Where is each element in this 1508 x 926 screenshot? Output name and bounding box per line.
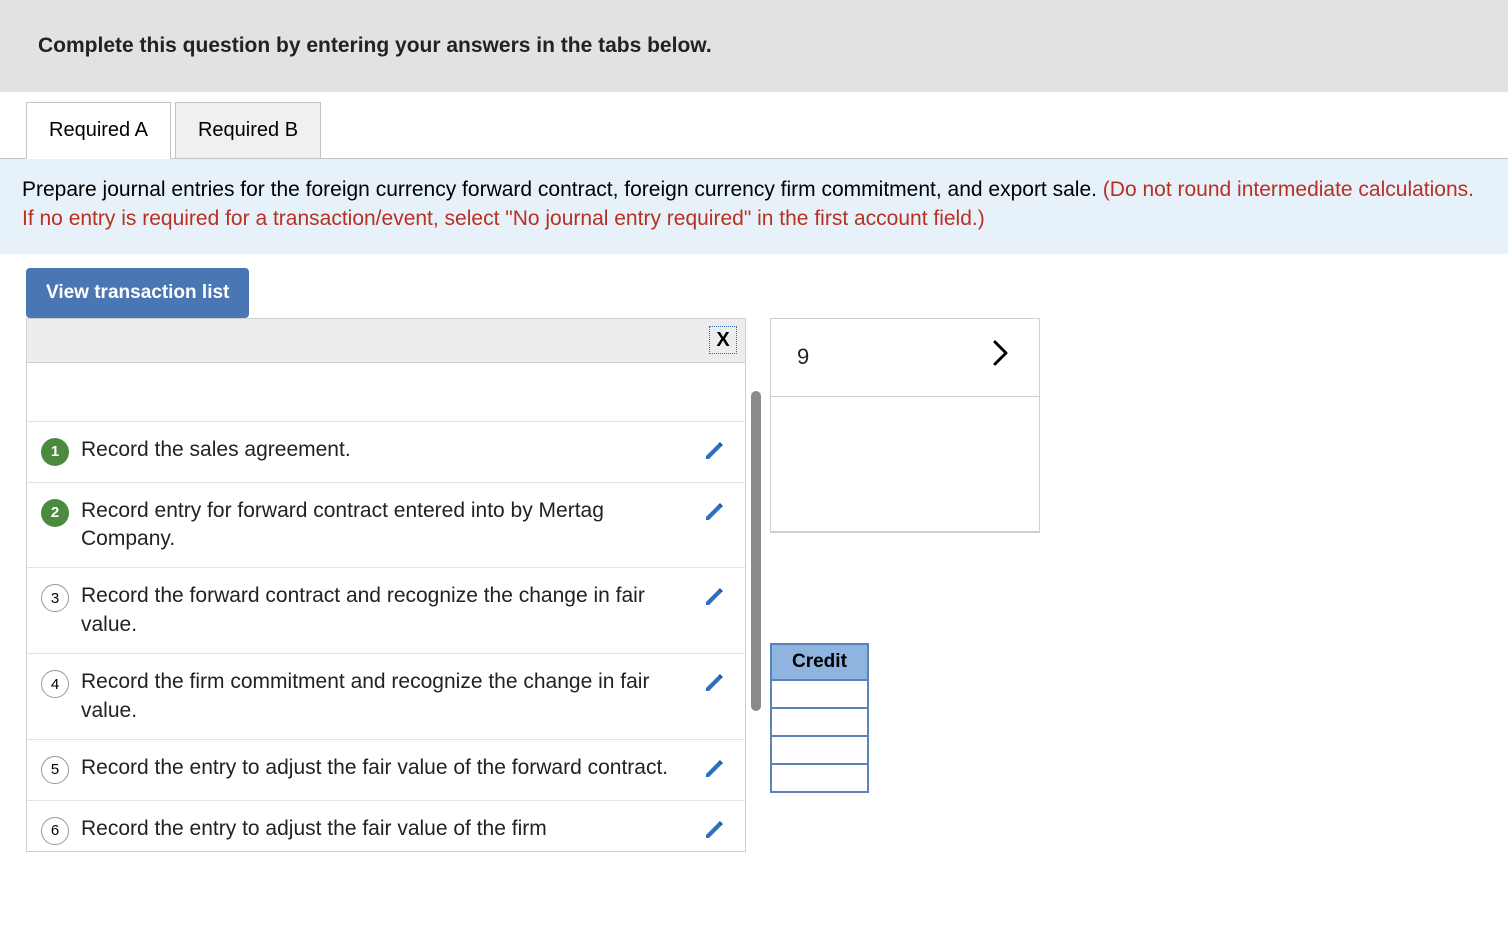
- transaction-number-badge: 5: [41, 756, 69, 784]
- chevron-right-icon: [993, 340, 1009, 366]
- tab-label: Required B: [198, 119, 298, 141]
- edit-transaction-button[interactable]: [703, 756, 729, 786]
- edit-transaction-button[interactable]: [703, 438, 729, 468]
- transaction-row[interactable]: 3 Record the forward contract and recogn…: [27, 567, 745, 653]
- credit-cell[interactable]: [771, 764, 868, 792]
- transaction-row[interactable]: 4 Record the firm commitment and recogni…: [27, 653, 745, 739]
- transaction-text: Record the sales agreement.: [81, 436, 691, 464]
- pencil-icon: [703, 438, 727, 462]
- tab-label: Required A: [49, 119, 148, 141]
- transaction-number-badge: 1: [41, 438, 69, 466]
- transaction-row[interactable]: 5 Record the entry to adjust the fair va…: [27, 739, 745, 800]
- credit-header: Credit: [771, 644, 868, 680]
- transaction-text: Record entry for forward contract entere…: [81, 497, 691, 554]
- edit-transaction-button[interactable]: [703, 499, 729, 529]
- next-journal-button[interactable]: [993, 340, 1009, 374]
- pencil-icon: [703, 670, 727, 694]
- transaction-row[interactable]: 1 Record the sales agreement.: [27, 421, 745, 482]
- instruction-banner: Complete this question by entering your …: [0, 0, 1508, 92]
- journal-worksheet-panel: 9: [770, 318, 1040, 533]
- workspace: 9 Credit X 1 Record the sales agreement.: [26, 318, 1508, 852]
- prompt-panel: Prepare journal entries for the foreign …: [0, 158, 1508, 254]
- view-transaction-list-button[interactable]: View transaction list: [26, 268, 249, 318]
- transaction-number-badge: 2: [41, 499, 69, 527]
- instruction-text: Complete this question by entering your …: [38, 34, 712, 57]
- tab-required-b[interactable]: Required B: [175, 102, 321, 159]
- scrollbar[interactable]: [751, 391, 761, 711]
- journal-page-number: 9: [797, 344, 809, 370]
- tab-required-a[interactable]: Required A: [26, 102, 171, 159]
- transaction-number-badge: 3: [41, 584, 69, 612]
- pencil-icon: [703, 499, 727, 523]
- close-icon: X: [716, 329, 729, 352]
- transaction-number-badge: 4: [41, 670, 69, 698]
- worksheet-body: [771, 397, 1039, 532]
- prompt-text: Prepare journal entries for the foreign …: [22, 178, 1103, 201]
- transaction-text: Record the forward contract and recogniz…: [81, 582, 691, 639]
- credit-column: Credit: [770, 643, 869, 793]
- journal-nav-strip: 9: [771, 319, 1039, 397]
- edit-transaction-button[interactable]: [703, 817, 729, 847]
- credit-table: Credit: [770, 643, 869, 793]
- transaction-list-header: X: [27, 319, 745, 363]
- edit-transaction-button[interactable]: [703, 670, 729, 700]
- panel-spacer: [27, 363, 745, 421]
- transaction-text: Record the entry to adjust the fair valu…: [81, 815, 691, 843]
- pencil-icon: [703, 584, 727, 608]
- close-button[interactable]: X: [709, 326, 737, 354]
- edit-transaction-button[interactable]: [703, 584, 729, 614]
- transaction-number-badge: 6: [41, 817, 69, 845]
- credit-cell[interactable]: [771, 736, 868, 764]
- credit-cell[interactable]: [771, 680, 868, 708]
- transaction-list-panel: X 1 Record the sales agreement. 2 Record…: [26, 318, 746, 852]
- transaction-text: Record the entry to adjust the fair valu…: [81, 754, 691, 782]
- view-button-label: View transaction list: [46, 282, 229, 303]
- transaction-text: Record the firm commitment and recognize…: [81, 668, 691, 725]
- transaction-row[interactable]: 2 Record entry for forward contract ente…: [27, 482, 745, 568]
- tabs-row: Required A Required B: [26, 102, 1508, 159]
- credit-cell[interactable]: [771, 708, 868, 736]
- transaction-row[interactable]: 6 Record the entry to adjust the fair va…: [27, 800, 745, 851]
- pencil-icon: [703, 817, 727, 841]
- pencil-icon: [703, 756, 727, 780]
